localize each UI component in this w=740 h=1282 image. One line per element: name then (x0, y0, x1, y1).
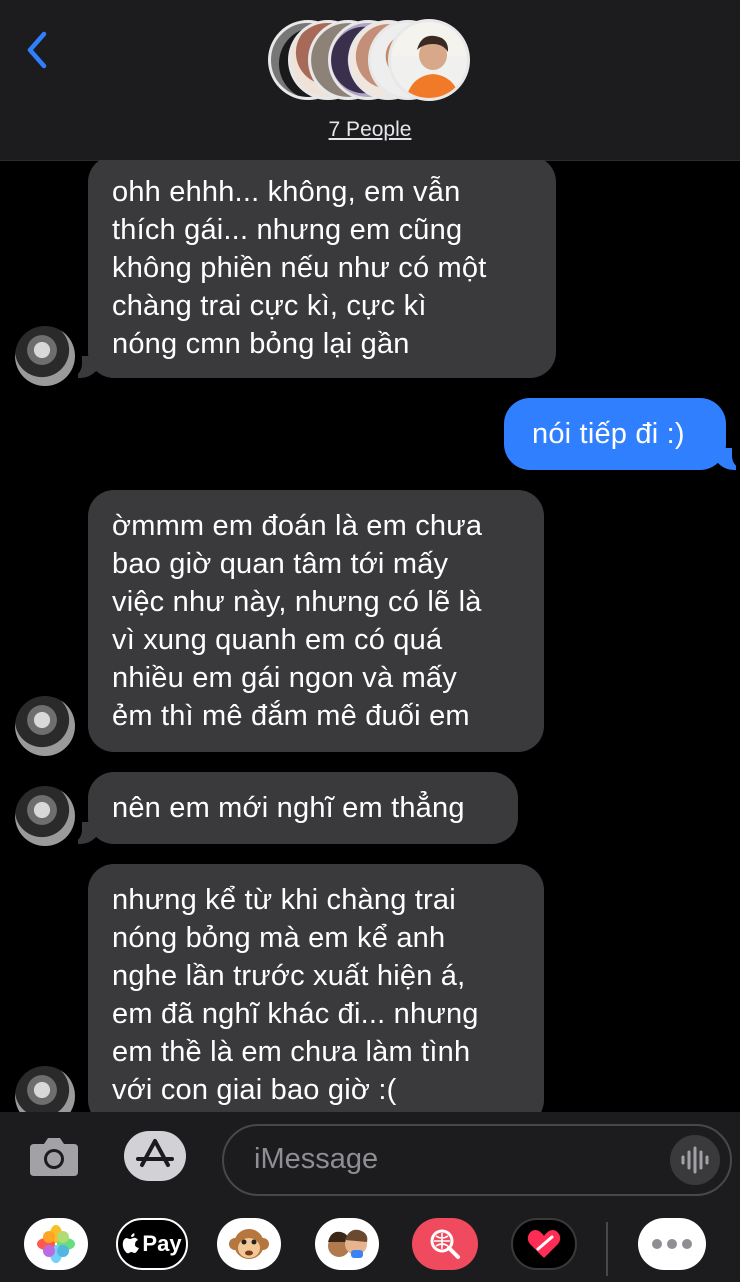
bubble-tail (68, 822, 102, 844)
apple-pay-icon (123, 1233, 140, 1254)
message-line: thích gái... nhưng em cũng (112, 214, 463, 246)
message-line: em đã nghĩ khác đi... nhưng (112, 998, 479, 1030)
message-line: nên em mới nghĩ em thẳng (112, 792, 465, 824)
sender-avatar[interactable] (15, 326, 75, 386)
message-line: nóng bỏng mà em kể anh (112, 922, 446, 954)
photos-icon (37, 1225, 75, 1263)
bubble-tail (712, 448, 740, 470)
message-line: ohh ehhh... không, em vẫn (112, 176, 461, 208)
digital-touch-icon (527, 1230, 561, 1258)
images-search-icon (430, 1229, 460, 1259)
message-line: nhiều em gái ngon và mấy (112, 662, 457, 694)
group-member-avatar (388, 19, 470, 101)
member-photo-icon (406, 35, 460, 98)
message-line: ờmmm em đoán là em chưa (112, 510, 483, 542)
message-thread[interactable]: ohh ehhh... không, em vẫn thích gái... n… (0, 160, 740, 1112)
more-icon (652, 1239, 692, 1249)
message-input[interactable]: iMessage (222, 1124, 732, 1196)
message-line: với con giai bao giờ :( (112, 1074, 397, 1106)
conversation-header: 7 People (0, 0, 740, 161)
compose-bar: iMessage (0, 1112, 740, 1200)
message-line: nóng cmn bỏng lại gần (112, 328, 410, 360)
camera-icon[interactable] (28, 1132, 80, 1178)
outgoing-message-bubble[interactable]: nói tiếp đi :) (504, 398, 726, 470)
images-search-app-button[interactable] (412, 1218, 478, 1270)
message-line: nhưng kể từ khi chàng trai (112, 884, 456, 916)
sender-avatar[interactable] (15, 696, 75, 756)
message-line: chàng trai cực kì, cực kì (112, 290, 427, 322)
incoming-message-bubble[interactable]: ohh ehhh... không, em vẫn thích gái... n… (88, 160, 556, 378)
tray-divider (606, 1222, 608, 1276)
animoji-app-button[interactable] (217, 1218, 281, 1270)
memoji-stickers-icon (328, 1229, 368, 1258)
sender-avatar[interactable] (15, 1066, 75, 1112)
message-line: nói tiếp đi :) (532, 418, 685, 450)
group-avatar-stack[interactable] (0, 0, 740, 110)
group-participants-link[interactable]: 7 People (0, 118, 740, 142)
audio-waveform-icon (681, 1146, 709, 1174)
digital-touch-app-button[interactable] (511, 1218, 577, 1270)
message-line: nghe lần trước xuất hiện á, (112, 960, 466, 992)
message-line: bao giờ quan tâm tới mấy (112, 548, 449, 580)
incoming-message-bubble[interactable]: nhưng kể từ khi chàng trai nóng bỏng mà … (88, 864, 544, 1112)
message-input-placeholder: iMessage (254, 1143, 379, 1175)
animoji-icon (229, 1229, 269, 1259)
more-apps-button[interactable] (638, 1218, 706, 1270)
message-line: em thề là em chưa làm tình (112, 1036, 471, 1068)
message-line: ẻm thì mê đắm mê đuối em (112, 700, 470, 732)
sender-avatar[interactable] (15, 786, 75, 846)
incoming-message-bubble[interactable]: ờmmm em đoán là em chưa bao giờ quan tâm… (88, 490, 544, 752)
apple-pay-app-button[interactable]: Pay (116, 1218, 188, 1270)
apple-pay-label: Pay (142, 1231, 182, 1256)
message-line: vì xung quanh em có quá (112, 624, 443, 656)
app-store-button[interactable] (124, 1131, 186, 1181)
photos-app-button[interactable] (24, 1218, 88, 1270)
app-store-icon (136, 1139, 174, 1167)
message-line: không phiền nếu như có một (112, 252, 487, 284)
audio-message-button[interactable] (670, 1135, 720, 1185)
memoji-stickers-app-button[interactable] (315, 1218, 379, 1270)
imessage-app-tray: Pay (0, 1200, 740, 1282)
bubble-tail (68, 356, 102, 378)
message-line: việc như này, nhưng có lẽ là (112, 586, 482, 618)
incoming-message-bubble[interactable]: nên em mới nghĩ em thẳng (88, 772, 518, 844)
